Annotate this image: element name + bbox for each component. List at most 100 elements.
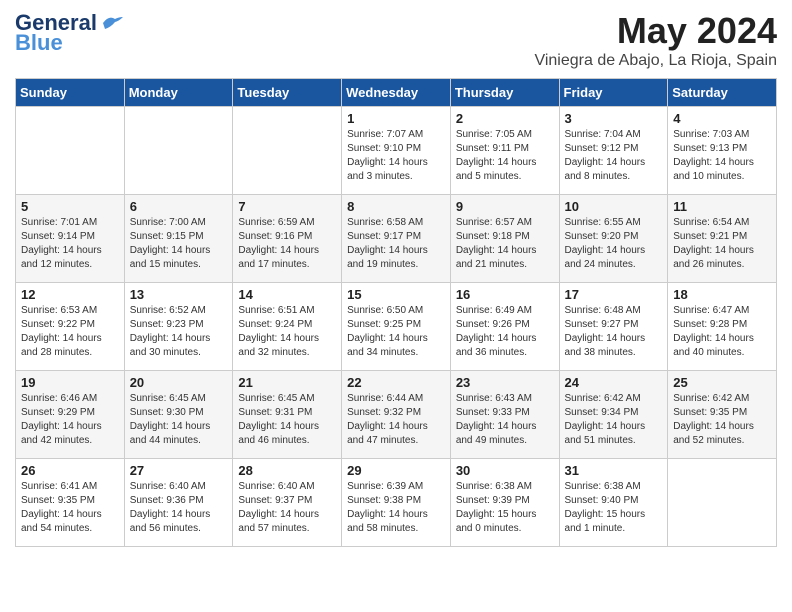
- day-info: Sunrise: 6:54 AM Sunset: 9:21 PM Dayligh…: [673, 216, 771, 272]
- table-row: 7 Sunrise: 6:59 AM Sunset: 9:16 PM Daylig…: [233, 195, 342, 283]
- day-info: Sunrise: 6:48 AM Sunset: 9:27 PM Dayligh…: [565, 304, 663, 360]
- header-tuesday: Tuesday: [233, 79, 342, 107]
- header-saturday: Saturday: [668, 79, 777, 107]
- page-header: General Blue May 2024 Viniegra de Abajo,…: [15, 10, 777, 70]
- day-info: Sunrise: 6:45 AM Sunset: 9:30 PM Dayligh…: [130, 392, 228, 448]
- calendar-header-row: Sunday Monday Tuesday Wednesday Thursday…: [16, 79, 777, 107]
- table-row: 29Sunrise: 6:39 AM Sunset: 9:38 PM Dayli…: [342, 459, 451, 547]
- header-friday: Friday: [559, 79, 668, 107]
- table-row: 9Sunrise: 6:57 AM Sunset: 9:18 PM Daylig…: [450, 195, 559, 283]
- header-monday: Monday: [124, 79, 233, 107]
- day-number: 11: [673, 199, 771, 214]
- table-row: 24 Sunrise: 6:42 AM Sunset: 9:34 PM Dayli…: [559, 371, 668, 459]
- day-number: 19: [21, 375, 119, 390]
- day-number: 8: [347, 199, 445, 214]
- day-info: Sunrise: 6:46 AM Sunset: 9:29 PM Dayligh…: [21, 392, 119, 448]
- table-row: 28 Sunrise: 6:40 AM Sunset: 9:37 PM Dayli…: [233, 459, 342, 547]
- table-row: 2Sunrise: 7:05 AM Sunset: 9:11 PM Daylig…: [450, 107, 559, 195]
- table-row: 19 Sunrise: 6:46 AM Sunset: 9:29 PM Dayli…: [16, 371, 125, 459]
- day-number: 24: [565, 375, 663, 390]
- table-row: 26Sunrise: 6:41 AM Sunset: 9:35 PM Dayli…: [16, 459, 125, 547]
- table-row: 4 Sunrise: 7:03 AM Sunset: 9:13 PM Daylig…: [668, 107, 777, 195]
- logo: General Blue: [15, 10, 123, 56]
- day-number: 9: [456, 199, 554, 214]
- header-wednesday: Wednesday: [342, 79, 451, 107]
- day-info: Sunrise: 6:42 AM Sunset: 9:34 PM Dayligh…: [565, 392, 663, 448]
- day-number: 5: [21, 199, 119, 214]
- table-row: 14Sunrise: 6:51 AM Sunset: 9:24 PM Dayli…: [233, 283, 342, 371]
- day-number: 3: [565, 111, 663, 126]
- table-row: 16Sunrise: 6:49 AM Sunset: 9:26 PM Dayli…: [450, 283, 559, 371]
- table-row: 17 Sunrise: 6:48 AM Sunset: 9:27 PM Dayli…: [559, 283, 668, 371]
- day-number: 12: [21, 287, 119, 302]
- day-number: 6: [130, 199, 228, 214]
- table-row: [668, 459, 777, 547]
- day-number: 20: [130, 375, 228, 390]
- table-row: [233, 107, 342, 195]
- day-number: 4: [673, 111, 771, 126]
- table-row: 3 Sunrise: 7:04 AM Sunset: 9:12 PM Daylig…: [559, 107, 668, 195]
- table-row: 15 Sunrise: 6:50 AM Sunset: 9:25 PM Dayli…: [342, 283, 451, 371]
- location-title: Viniegra de Abajo, La Rioja, Spain: [534, 52, 777, 70]
- day-number: 22: [347, 375, 445, 390]
- day-number: 17: [565, 287, 663, 302]
- day-number: 18: [673, 287, 771, 302]
- header-thursday: Thursday: [450, 79, 559, 107]
- day-number: 26: [21, 463, 119, 478]
- day-info: Sunrise: 6:38 AM Sunset: 9:39 PM Dayligh…: [456, 480, 554, 536]
- logo-blue-text: Blue: [15, 30, 63, 56]
- table-row: 25 Sunrise: 6:42 AM Sunset: 9:35 PM Dayli…: [668, 371, 777, 459]
- day-number: 25: [673, 375, 771, 390]
- table-row: [16, 107, 125, 195]
- table-row: 18 Sunrise: 6:47 AM Sunset: 9:28 PM Dayli…: [668, 283, 777, 371]
- table-row: 30Sunrise: 6:38 AM Sunset: 9:39 PM Dayli…: [450, 459, 559, 547]
- calendar-week-row: 12Sunrise: 6:53 AM Sunset: 9:22 PM Dayli…: [16, 283, 777, 371]
- day-info: Sunrise: 6:51 AM Sunset: 9:24 PM Dayligh…: [238, 304, 336, 360]
- table-row: 6 Sunrise: 7:00 AM Sunset: 9:15 PM Daylig…: [124, 195, 233, 283]
- day-number: 27: [130, 463, 228, 478]
- calendar-week-row: 5Sunrise: 7:01 AM Sunset: 9:14 PM Daylig…: [16, 195, 777, 283]
- day-info: Sunrise: 6:40 AM Sunset: 9:37 PM Dayligh…: [238, 480, 336, 536]
- day-info: Sunrise: 6:59 AM Sunset: 9:16 PM Dayligh…: [238, 216, 336, 272]
- calendar-table: Sunday Monday Tuesday Wednesday Thursday…: [15, 78, 777, 547]
- day-number: 15: [347, 287, 445, 302]
- day-number: 29: [347, 463, 445, 478]
- table-row: 11 Sunrise: 6:54 AM Sunset: 9:21 PM Dayli…: [668, 195, 777, 283]
- day-number: 21: [238, 375, 336, 390]
- table-row: 21 Sunrise: 6:45 AM Sunset: 9:31 PM Dayli…: [233, 371, 342, 459]
- day-info: Sunrise: 6:45 AM Sunset: 9:31 PM Dayligh…: [238, 392, 336, 448]
- day-number: 28: [238, 463, 336, 478]
- day-number: 23: [456, 375, 554, 390]
- day-info: Sunrise: 6:58 AM Sunset: 9:17 PM Dayligh…: [347, 216, 445, 272]
- table-row: 1 Sunrise: 7:07 AM Sunset: 9:10 PM Daylig…: [342, 107, 451, 195]
- table-row: 5Sunrise: 7:01 AM Sunset: 9:14 PM Daylig…: [16, 195, 125, 283]
- table-row: [124, 107, 233, 195]
- table-row: 31Sunrise: 6:38 AM Sunset: 9:40 PM Dayli…: [559, 459, 668, 547]
- table-row: 27Sunrise: 6:40 AM Sunset: 9:36 PM Dayli…: [124, 459, 233, 547]
- table-row: 13 Sunrise: 6:52 AM Sunset: 9:23 PM Dayli…: [124, 283, 233, 371]
- table-row: 20 Sunrise: 6:45 AM Sunset: 9:30 PM Dayli…: [124, 371, 233, 459]
- day-info: Sunrise: 7:04 AM Sunset: 9:12 PM Dayligh…: [565, 128, 663, 184]
- day-info: Sunrise: 7:05 AM Sunset: 9:11 PM Dayligh…: [456, 128, 554, 184]
- day-number: 7: [238, 199, 336, 214]
- day-info: Sunrise: 6:42 AM Sunset: 9:35 PM Dayligh…: [673, 392, 771, 448]
- header-sunday: Sunday: [16, 79, 125, 107]
- day-info: Sunrise: 7:03 AM Sunset: 9:13 PM Dayligh…: [673, 128, 771, 184]
- day-info: Sunrise: 6:47 AM Sunset: 9:28 PM Dayligh…: [673, 304, 771, 360]
- month-title: May 2024: [534, 10, 777, 52]
- day-info: Sunrise: 7:07 AM Sunset: 9:10 PM Dayligh…: [347, 128, 445, 184]
- table-row: 22Sunrise: 6:44 AM Sunset: 9:32 PM Dayli…: [342, 371, 451, 459]
- day-info: Sunrise: 6:52 AM Sunset: 9:23 PM Dayligh…: [130, 304, 228, 360]
- table-row: 8 Sunrise: 6:58 AM Sunset: 9:17 PM Daylig…: [342, 195, 451, 283]
- day-info: Sunrise: 6:55 AM Sunset: 9:20 PM Dayligh…: [565, 216, 663, 272]
- day-number: 16: [456, 287, 554, 302]
- day-info: Sunrise: 6:50 AM Sunset: 9:25 PM Dayligh…: [347, 304, 445, 360]
- day-number: 1: [347, 111, 445, 126]
- table-row: 23Sunrise: 6:43 AM Sunset: 9:33 PM Dayli…: [450, 371, 559, 459]
- day-number: 10: [565, 199, 663, 214]
- calendar-week-row: 1 Sunrise: 7:07 AM Sunset: 9:10 PM Daylig…: [16, 107, 777, 195]
- day-info: Sunrise: 6:38 AM Sunset: 9:40 PM Dayligh…: [565, 480, 663, 536]
- calendar-week-row: 19 Sunrise: 6:46 AM Sunset: 9:29 PM Dayli…: [16, 371, 777, 459]
- day-number: 13: [130, 287, 228, 302]
- day-info: Sunrise: 7:00 AM Sunset: 9:15 PM Dayligh…: [130, 216, 228, 272]
